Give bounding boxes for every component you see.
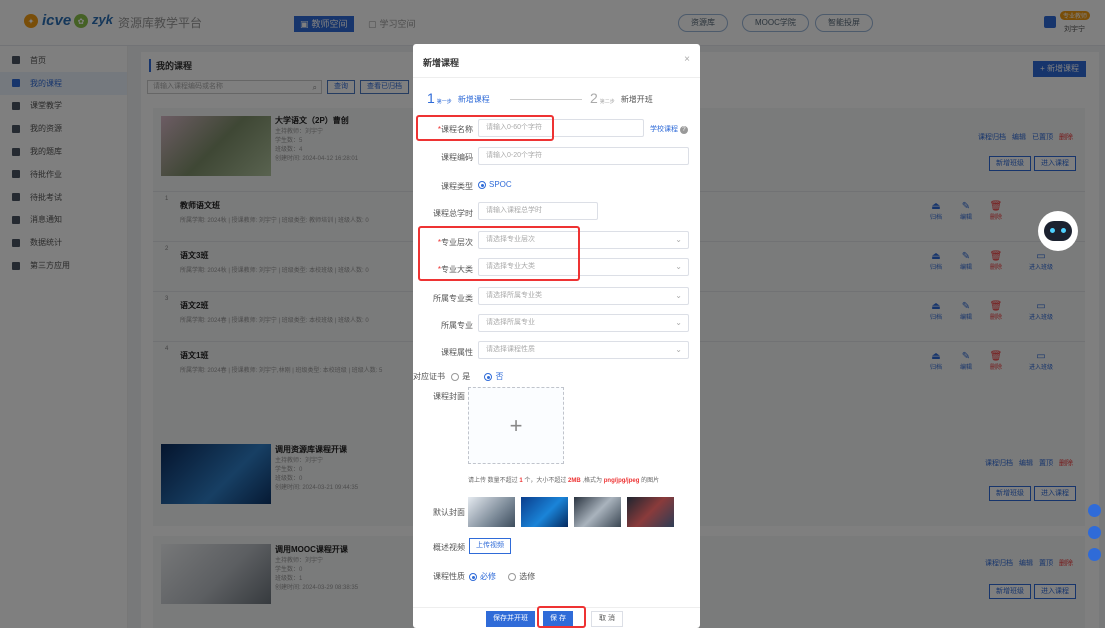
step-number: 2 [590, 90, 598, 106]
default-cover-thumb[interactable] [574, 497, 621, 527]
tip-size: 2MB [568, 478, 581, 484]
radio-icon [508, 572, 517, 581]
radio-icon [478, 180, 486, 189]
highlight-box [418, 226, 580, 281]
label-text: 课程编码 [441, 153, 473, 162]
school-course-label: 学校课程 [650, 126, 678, 133]
certificate-no-radio[interactable]: 否 [484, 372, 503, 381]
dialog-header: 新增课程 × [413, 44, 700, 78]
placeholder: 请输入0-20个字符 [486, 152, 543, 159]
step-divider [510, 99, 582, 100]
cover-upload-tip: 请上传 数量不超过 1 个，大小不超过 2MB ,格式为 png/jpg/jpe… [468, 475, 659, 484]
step-sub: 第二步 [599, 99, 615, 105]
course-attr-select[interactable]: 请选择课程性质 ⌄ [478, 341, 689, 359]
major-select[interactable]: 请选择所属专业 ⌄ [478, 314, 689, 332]
new-course-dialog: 新增课程 × 1 第一步 新增课程 2 第二步 新增开班 *课程名称 请输入0-… [413, 44, 700, 628]
assistant-robot-icon[interactable] [1038, 211, 1078, 251]
upload-video-button[interactable]: 上传视频 [469, 538, 511, 554]
label-text: 课程属性 [441, 348, 473, 357]
save-and-open-class-button[interactable]: 保存并开班 [486, 611, 535, 627]
tip-text: ,格式为 [582, 478, 603, 484]
label-text: 概述视频 [433, 543, 465, 552]
step-sub: 第一步 [436, 99, 452, 105]
step-label: 新增开班 [620, 95, 653, 104]
overview-video-label: 概述视频 [413, 542, 465, 553]
radio-icon [451, 372, 460, 381]
placeholder: 请输入课程总学时 [486, 207, 542, 214]
chevron-down-icon: ⌄ [675, 345, 682, 354]
tip-text: 请上传 数量不超过 [468, 478, 518, 484]
plus-icon: + [509, 412, 523, 438]
chevron-down-icon: ⌄ [675, 291, 682, 300]
major-subcategory-select[interactable]: 请选择所属专业类 ⌄ [478, 287, 689, 305]
label-text: 课程总学时 [433, 209, 473, 218]
step-2: 2 第二步 新增开班 [590, 91, 653, 105]
course-nature-group: 必修 选修 [469, 571, 535, 582]
label-text: 默认封面 [433, 508, 465, 517]
certificate-label: 对应证书 [413, 372, 445, 381]
chevron-down-icon: ⌄ [675, 318, 682, 327]
label-text: 课程性质 [433, 572, 465, 581]
cover-upload-box[interactable]: + [468, 387, 564, 464]
float-tool-icon[interactable] [1088, 504, 1101, 517]
radio-icon [469, 572, 477, 581]
placeholder: 请选择所属专业类 [486, 292, 542, 299]
certificate-row: 对应证书 是 否 [413, 371, 503, 382]
step-label: 新增课程 [457, 95, 490, 104]
course-code-label: 课程编码 [413, 152, 473, 163]
question-icon: ? [679, 126, 688, 134]
radio-label: 否 [495, 372, 504, 381]
highlight-box [416, 115, 554, 141]
label-text: 课程封面 [433, 392, 465, 401]
radio-label: SPOC [489, 180, 512, 189]
radio-icon [484, 372, 493, 381]
nature-optional-radio[interactable]: 选修 [508, 572, 535, 581]
default-cover-thumb[interactable] [468, 497, 515, 527]
radio-label: 必修 [480, 572, 496, 581]
school-course-link[interactable]: 学校课程 ? [650, 124, 688, 134]
tip-format: png/jpg/jpeg [603, 478, 640, 484]
placeholder: 请选择所属专业 [486, 319, 535, 326]
highlight-box [537, 606, 586, 628]
label-text: 所属专业 [441, 321, 473, 330]
nature-required-radio[interactable]: 必修 [469, 572, 496, 581]
step-1: 1 第一步 新增课程 [427, 91, 490, 105]
step-number: 1 [427, 90, 435, 106]
label-text: 课程类型 [441, 182, 473, 191]
label-text: 所属专业类 [433, 294, 473, 303]
default-cover-thumb[interactable] [627, 497, 674, 527]
default-cover-label: 默认封面 [413, 507, 465, 518]
course-nature-label: 课程性质 [413, 571, 465, 582]
cancel-button[interactable]: 取 消 [591, 611, 623, 627]
major-subcategory-label: 所属专业类 [413, 293, 473, 304]
course-attr-label: 课程属性 [413, 347, 473, 358]
float-upload-icon[interactable] [1088, 526, 1101, 539]
course-type-spoc-radio[interactable]: SPOC [478, 180, 512, 189]
default-cover-list [468, 497, 674, 527]
total-hours-input[interactable]: 请输入课程总学时 [478, 202, 598, 220]
radio-label: 是 [462, 372, 471, 381]
default-cover-thumb[interactable] [521, 497, 568, 527]
certificate-yes-radio[interactable]: 是 [451, 372, 470, 381]
major-label: 所属专业 [413, 320, 473, 331]
dialog-title: 新增课程 [423, 58, 460, 68]
chevron-down-icon: ⌄ [675, 235, 682, 244]
tip-count: 1 [519, 478, 523, 484]
help-icon[interactable] [1088, 548, 1101, 561]
course-code-input[interactable]: 请输入0-20个字符 [478, 147, 689, 165]
course-cover-label: 课程封面 [413, 391, 465, 402]
tip-text: 的图片 [641, 478, 660, 484]
close-icon[interactable]: × [684, 54, 690, 65]
tip-text: 个，大小不超过 [524, 478, 567, 484]
course-type-label: 课程类型 [413, 181, 473, 192]
radio-label: 选修 [519, 572, 536, 581]
placeholder: 请选择课程性质 [486, 346, 535, 353]
chevron-down-icon: ⌄ [675, 262, 682, 271]
total-hours-label: 课程总学时 [413, 208, 473, 219]
